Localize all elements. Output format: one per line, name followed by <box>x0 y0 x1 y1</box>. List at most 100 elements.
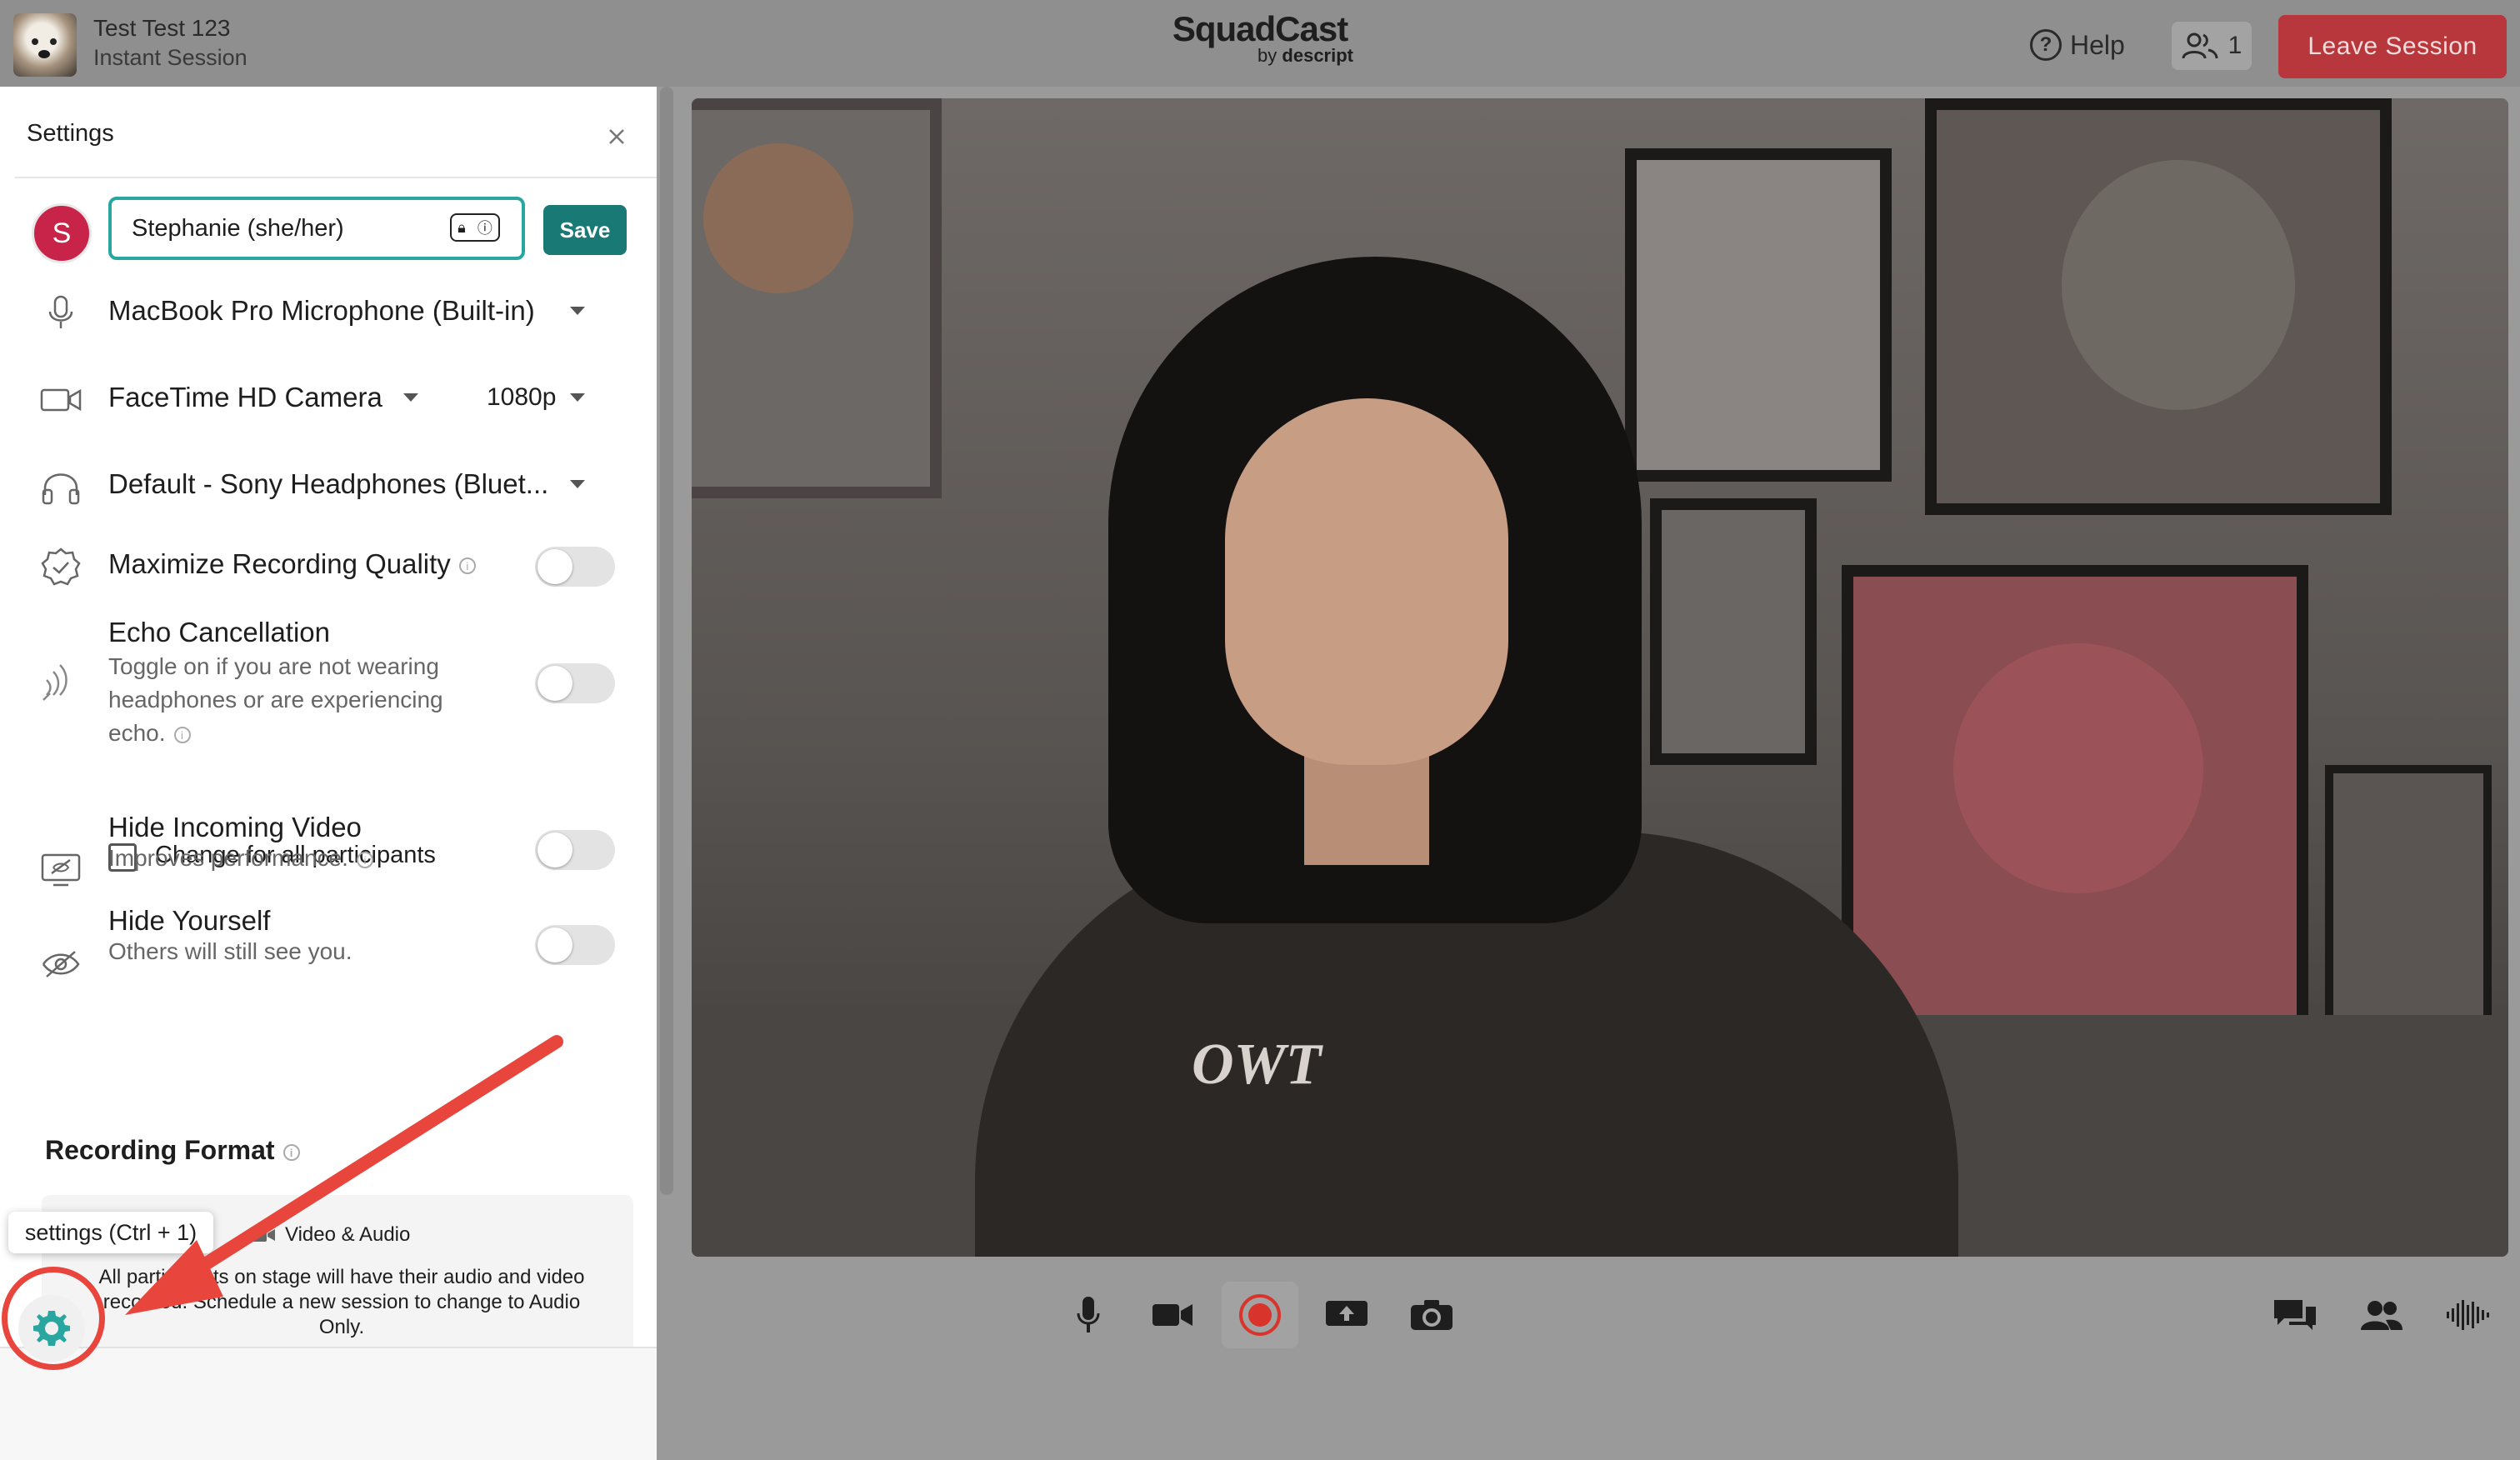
microphone-icon <box>48 295 73 328</box>
settings-title: Settings <box>27 120 114 147</box>
record-icon <box>1239 1294 1281 1336</box>
help-button[interactable]: ? Help <box>2030 25 2125 65</box>
audio-settings-button[interactable] <box>2430 1282 2507 1348</box>
resolution-dropdown-icon[interactable] <box>570 393 585 402</box>
settings-footer <box>0 1347 657 1460</box>
headphones-icon <box>42 473 80 505</box>
camera-select[interactable]: FaceTime HD Camera <box>108 382 382 413</box>
hide-yourself-description: Others will still see you. <box>108 938 352 964</box>
camera-icon <box>1152 1304 1192 1326</box>
maximize-quality-label: Maximize Recording Quality i <box>108 548 476 580</box>
echo-desc-text: echo. <box>108 720 166 746</box>
poster-frame <box>1842 565 2308 1032</box>
maximize-quality-toggle[interactable] <box>535 547 615 587</box>
camera-button[interactable] <box>1135 1282 1212 1348</box>
echo-desc-line: echo. i <box>108 717 443 750</box>
camera-icon <box>40 388 82 412</box>
record-button[interactable] <box>1222 1282 1298 1348</box>
hide-yourself-toggle[interactable] <box>535 925 615 965</box>
hide-incoming-video-label: Hide Incoming Video <box>108 812 362 842</box>
participant-count: 1 <box>2228 32 2242 59</box>
host-avatar <box>13 13 77 77</box>
speaker-dropdown-icon[interactable] <box>570 480 585 488</box>
avatar-eye <box>50 38 57 45</box>
chat-icon <box>2274 1300 2316 1330</box>
avatar-nose <box>38 50 50 58</box>
session-type: Instant Session <box>93 45 248 70</box>
chat-button[interactable] <box>2257 1282 2333 1348</box>
session-user-name: Test Test 123 <box>93 15 231 41</box>
person-face <box>1225 398 1508 765</box>
resolution-select[interactable]: 1080p <box>487 383 556 412</box>
help-label: Help <box>2070 29 2125 60</box>
annotation-highlight-circle <box>2 1267 105 1370</box>
rf-desc-line: Only. <box>318 1316 365 1338</box>
recording-format-description: All participants on stage will have thei… <box>75 1265 608 1340</box>
info-glyph: ⓘ <box>477 220 492 237</box>
leave-session-button[interactable]: Leave Session <box>2278 15 2507 78</box>
poster-frame <box>1650 498 1817 765</box>
people-icon <box>2361 1301 2402 1330</box>
snapshot-button[interactable] <box>1393 1282 1470 1348</box>
rf-desc-line: recorded. Schedule a new session to chan… <box>102 1291 581 1313</box>
info-icon[interactable]: i <box>458 558 476 575</box>
echo-cancellation-label: Echo Cancellation <box>108 617 330 648</box>
info-icon[interactable]: i <box>173 726 191 743</box>
echo-desc-line: headphones or are experiencing <box>108 687 443 712</box>
speaker-select[interactable]: Default - Sony Headphones (Bluet... <box>108 468 548 500</box>
settings-tooltip: settings (Ctrl + 1) <box>8 1212 213 1253</box>
info-icon[interactable]: i <box>282 1143 300 1161</box>
hide-incoming-video-description: Improves performance. i <box>108 842 373 875</box>
rf-desc-line: All participants on stage will have thei… <box>98 1266 585 1288</box>
microphone-select[interactable]: MacBook Pro Microphone (Built-in) <box>108 295 535 327</box>
microphone-button[interactable] <box>1050 1282 1127 1348</box>
hide-incoming-desc-text: Improves performance. <box>108 845 348 871</box>
quality-badge-icon <box>41 548 81 586</box>
main-video: OWT <box>692 98 2508 1257</box>
snapshot-icon <box>1411 1300 1452 1330</box>
poster-art <box>2062 160 2295 410</box>
hide-yourself-label: Hide Yourself <box>108 905 271 936</box>
brand-logo: SquadCast by descript <box>1167 10 1353 67</box>
share-screen-button[interactable] <box>1308 1282 1385 1348</box>
camera-dropdown-icon[interactable] <box>403 393 418 402</box>
echo-desc-line: Toggle on if you are not wearing <box>108 653 439 679</box>
settings-panel: Settings S Stephanie (she/her) 🔒︎ ⓘ Save … <box>0 87 657 1460</box>
info-icon[interactable]: i <box>356 851 373 868</box>
hide-incoming-video-toggle[interactable] <box>535 830 615 870</box>
brand-by: by <box>1258 45 1278 66</box>
participants-button[interactable]: 1 <box>2172 22 2252 70</box>
top-bar: Test Test 123 Instant Session SquadCast … <box>0 0 2520 87</box>
brand-company: descript <box>1282 45 1353 66</box>
hide-eye-icon <box>42 951 80 978</box>
password-manager-icon[interactable]: 🔒︎ ⓘ <box>450 213 500 242</box>
shirt-print: OWT <box>1192 1032 1322 1097</box>
settings-scrollbar[interactable] <box>660 87 673 1195</box>
save-name-button[interactable]: Save <box>543 205 627 255</box>
maximize-quality-text: Maximize Recording Quality <box>108 548 451 579</box>
brand-name: SquadCast <box>1172 9 1348 48</box>
participants-icon <box>2182 32 2218 59</box>
echo-cancellation-description: Toggle on if you are not wearing headpho… <box>108 650 443 750</box>
recording-format-text: Recording Format <box>45 1135 275 1165</box>
poster-frame <box>1925 98 2392 515</box>
share-screen-icon <box>1326 1301 1368 1326</box>
recording-format-option[interactable]: Video & Audio <box>250 1223 410 1247</box>
lock-glyph: 🔒︎ <box>458 218 466 236</box>
recording-format-title: Recording Format i <box>45 1135 300 1166</box>
user-avatar: S <box>32 203 92 263</box>
poster-frame <box>692 98 942 498</box>
poster-art <box>1953 643 2203 893</box>
avatar-eye <box>32 38 38 45</box>
people-button[interactable] <box>2343 1282 2420 1348</box>
poster-frame <box>1625 148 1892 482</box>
microphone-dropdown-icon[interactable] <box>570 307 585 315</box>
camera-icon <box>250 1228 275 1242</box>
recording-format-option-label: Video & Audio <box>285 1223 411 1246</box>
hide-video-icon <box>41 853 81 887</box>
microphone-icon <box>1077 1297 1100 1332</box>
echo-cancellation-toggle[interactable] <box>535 663 615 703</box>
close-settings-button[interactable] <box>600 120 633 153</box>
poster-art <box>703 143 853 293</box>
close-icon <box>609 129 624 144</box>
